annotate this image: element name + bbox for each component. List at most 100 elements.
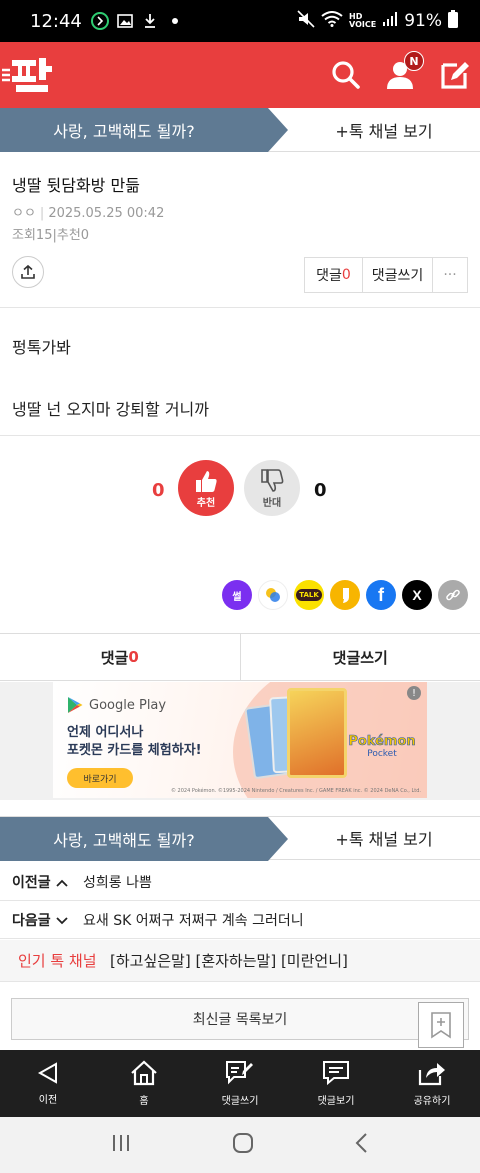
nav-share-label: 공유하기	[413, 1096, 451, 1107]
post-body-line: 펑톡가봐	[12, 338, 71, 357]
call-icon	[90, 11, 110, 31]
home-system-icon[interactable]	[232, 1132, 254, 1158]
write-comment-icon	[226, 1061, 253, 1085]
ad-copy: 언제 어디서나 포켓몬 카드를 체험하자!	[67, 724, 202, 760]
google-play-badge: Google Play	[67, 696, 166, 714]
next-label: 다음글	[12, 910, 83, 930]
kakaostory-icon[interactable]	[330, 580, 360, 610]
post-actions: 댓글 0 댓글쓰기 ···	[0, 240, 480, 308]
thumbs-down-icon	[261, 468, 284, 492]
comments-tab-label: 댓글	[100, 648, 129, 667]
vote-section: 0 추천 반대 0	[0, 458, 480, 518]
channel-bar-bottom: 사랑, 고백해도 될까? +톡 채널 보기	[0, 816, 480, 861]
nav-home[interactable]: 홈	[96, 1050, 192, 1117]
share-icon	[418, 1063, 445, 1086]
next-post-row[interactable]: 다음글 요새 SK 어쩌구 저쩌구 계속 그러더니	[0, 901, 480, 939]
share-button[interactable]	[12, 256, 44, 288]
back-system-icon[interactable]	[354, 1132, 370, 1158]
download-icon	[140, 11, 160, 31]
channel-name[interactable]: 사랑, 고백해도 될까?	[0, 817, 288, 861]
comments-icon	[323, 1061, 349, 1086]
nav-back[interactable]: 이전	[0, 1050, 96, 1117]
comments-tab[interactable]: 댓글 0	[0, 634, 241, 680]
x-icon[interactable]: X	[402, 580, 432, 610]
back-icon	[37, 1062, 57, 1084]
nav-write-comment[interactable]: 댓글쓰기	[192, 1050, 288, 1117]
post-date: 2025.05.25 00:42	[48, 206, 165, 221]
prev-post-row[interactable]: 이전글 성희롱 나쁨	[0, 863, 480, 901]
recommend-label: 추천	[196, 497, 216, 509]
status-time: 12:44	[30, 10, 82, 32]
hot-channels-row: 인기 톡 채널 [하고싶은말] [혼자하는말] [미란언니]	[0, 940, 480, 982]
google-play-icon	[68, 697, 83, 713]
nav-view-comments-label: 댓글보기	[317, 1096, 355, 1107]
chevron-down-icon	[55, 916, 68, 924]
dot-icon	[165, 11, 185, 31]
latest-list-button[interactable]: 최신글 목록보기	[11, 998, 469, 1040]
comment-count-button[interactable]: 댓글 0	[305, 258, 363, 292]
kakaotalk-icon[interactable]: TALK	[294, 580, 324, 610]
recommend-count: 0	[152, 480, 165, 501]
oppose-count: 0	[314, 480, 327, 501]
post-body: 펑톡가봐 냉딸 넌 오지마 강퇴할 거니까	[12, 334, 468, 458]
facebook-icon[interactable]: f	[366, 580, 396, 610]
battery-percent: 91%	[404, 11, 442, 31]
post-body-line: 냉딸 넌 오지마 강퇴할 거니까	[12, 400, 209, 419]
ad-line-2: 포켓몬 카드를 체험하자!	[67, 743, 202, 758]
write-comment-tab[interactable]: 댓글쓰기	[241, 634, 480, 680]
ssul-icon[interactable]: 썰	[222, 580, 252, 610]
hot-channels-label: 인기 톡 채널	[18, 952, 97, 970]
comment-bar: 댓글 0 댓글쓰기	[0, 633, 480, 681]
search-icon[interactable]	[330, 59, 362, 91]
compose-icon[interactable]	[438, 59, 470, 91]
oppose-label: 반대	[262, 497, 282, 509]
share-icon	[21, 264, 35, 279]
oppose-button[interactable]: 반대	[244, 460, 300, 516]
comments-tab-count: 0	[128, 648, 139, 666]
mute-icon	[297, 9, 315, 33]
recommend-button[interactable]: 추천	[178, 460, 234, 516]
channel-name[interactable]: 사랑, 고백해도 될까?	[0, 108, 288, 152]
app-header: N	[0, 42, 480, 108]
bottom-nav: 이전 홈 댓글쓰기 댓글보기 공유하기	[0, 1050, 480, 1117]
post-author: ㅇㅇ	[12, 206, 36, 221]
status-bar: 12:44 HD VOICE 91%	[0, 0, 480, 42]
comment-button-group: 댓글 0 댓글쓰기 ···	[304, 257, 468, 293]
bookmark-add-icon	[431, 1012, 451, 1039]
nav-home-label: 홈	[139, 1096, 149, 1107]
pann-logo[interactable]	[2, 54, 54, 96]
write-comment-button[interactable]: 댓글쓰기	[363, 258, 433, 292]
signal-icon	[382, 11, 398, 32]
prev-title[interactable]: 성희롱 나쁨	[83, 872, 152, 892]
bookmark-button[interactable]	[418, 1002, 464, 1048]
user-icon[interactable]: N	[384, 51, 424, 91]
comment-label: 댓글	[316, 268, 342, 284]
band-icon[interactable]	[258, 580, 288, 610]
wifi-icon	[321, 10, 343, 32]
gallery-icon	[115, 11, 135, 31]
notification-badge: N	[404, 51, 424, 71]
post-header: 냉딸 뒷담화방 만듦 ㅇㅇ | 2025.05.25 00:42 조회15|추천0	[0, 152, 480, 243]
ad-container: Google Play 언제 어디서나 포켓몬 카드를 체험하자! 바로가기 P…	[0, 682, 480, 800]
hd-voice-icon: HD VOICE	[349, 12, 377, 29]
home-icon	[131, 1060, 157, 1086]
channel-more-link[interactable]: +톡 채널 보기	[268, 817, 480, 860]
pokemon-ad-banner[interactable]: Google Play 언제 어디서나 포켓몬 카드를 체험하자! 바로가기 P…	[53, 682, 427, 798]
ad-cta-button[interactable]: 바로가기	[67, 768, 133, 788]
link-icon[interactable]	[438, 580, 468, 610]
recent-apps-icon[interactable]	[110, 1133, 132, 1157]
nav-write-comment-label: 댓글쓰기	[221, 1096, 259, 1107]
nav-view-comments[interactable]: 댓글보기	[288, 1050, 384, 1117]
hot-channels-list[interactable]: [하고싶은말] [혼자하는말] [미란언니]	[110, 950, 348, 971]
nav-share[interactable]: 공유하기	[384, 1050, 480, 1117]
post-title: 냉딸 뒷담화방 만듦	[12, 176, 140, 195]
comment-count: 0	[341, 267, 351, 283]
more-button[interactable]: ···	[433, 258, 467, 292]
system-nav-bar	[0, 1117, 480, 1173]
battery-icon	[448, 9, 458, 33]
channel-more-link[interactable]: +톡 채널 보기	[268, 108, 480, 152]
thumbs-up-icon	[196, 470, 217, 492]
next-title[interactable]: 요새 SK 어쩌구 저쩌구 계속 그러더니	[83, 910, 304, 930]
ad-info-icon[interactable]: !	[407, 686, 421, 700]
pokemon-pocket-logo: Pokémon Pocket	[348, 734, 416, 759]
